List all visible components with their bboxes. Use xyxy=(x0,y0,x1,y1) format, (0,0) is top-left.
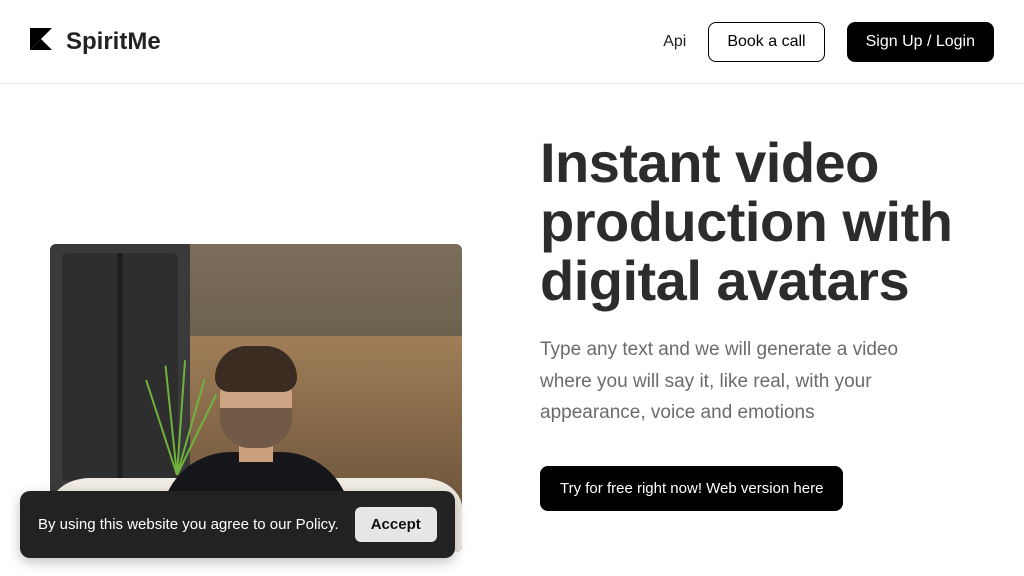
hero-headline: Instant video production with digital av… xyxy=(540,134,970,310)
hero-subtext: Type any text and we will generate a vid… xyxy=(540,334,940,428)
hero-media-column xyxy=(30,134,500,552)
hero-cta-button[interactable]: Try for free right now! Web version here xyxy=(540,466,843,511)
cookie-banner: By using this website you agree to our P… xyxy=(20,491,455,558)
brand-name: SpiritMe xyxy=(66,28,161,56)
cookie-accept-button[interactable]: Accept xyxy=(355,507,437,542)
brand-logo-icon xyxy=(30,28,52,55)
brand[interactable]: SpiritMe xyxy=(30,28,161,56)
signup-login-button[interactable]: Sign Up / Login xyxy=(847,22,994,62)
header-nav: Api Book a call Sign Up / Login xyxy=(663,22,994,62)
main-content: Instant video production with digital av… xyxy=(0,84,1024,552)
cookie-message: By using this website you agree to our P… xyxy=(38,516,339,533)
hero-text-column: Instant video production with digital av… xyxy=(540,134,994,552)
book-call-button[interactable]: Book a call xyxy=(708,22,824,62)
nav-api-link[interactable]: Api xyxy=(663,33,686,51)
site-header: SpiritMe Api Book a call Sign Up / Login xyxy=(0,0,1024,84)
